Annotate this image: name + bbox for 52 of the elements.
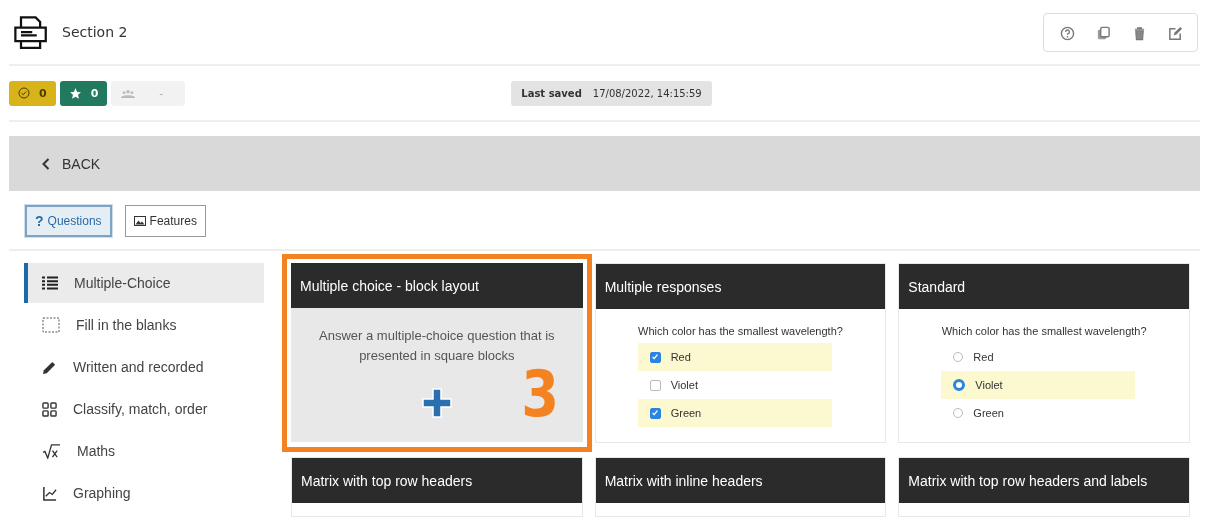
sidebar-item[interactable]: Multiple-Choice — [24, 263, 264, 303]
grid-icon — [42, 401, 57, 417]
sample-question: Which color has the smallest wavelength? — [940, 325, 1148, 337]
sidebar-item[interactable]: Classify, match, order — [24, 389, 264, 429]
card-title: Matrix with inline headers — [595, 458, 886, 503]
group-badge: - — [111, 80, 186, 106]
sidebar-item[interactable]: Maths — [24, 431, 264, 471]
section-title: Section 2 — [62, 24, 128, 40]
card-title: Matrix with top row headers — [292, 458, 582, 503]
list-icon — [42, 276, 58, 290]
people-icon — [121, 88, 136, 98]
sample-option: Red — [941, 343, 1136, 371]
sample-option: Violet — [941, 371, 1136, 399]
template-card[interactable]: Matrix with inline headers — [594, 457, 887, 517]
template-card[interactable]: Matrix with top row headers — [291, 457, 583, 517]
sample-option: Red — [637, 343, 832, 371]
last-saved-badge: Last saved 17/08/2022, 14:15:59 — [511, 80, 712, 106]
template-card[interactable]: Multiple responses Which color has the smallest wavelength? Red Violet Green — [594, 263, 887, 443]
card-title: Multiple responses — [595, 264, 886, 309]
sample-question: Which color has the smallest wavelength? — [637, 325, 844, 337]
sample-option: Green — [941, 399, 1136, 427]
step-number: 3 — [521, 362, 560, 426]
sample-option: Green — [637, 399, 832, 427]
trash-icon[interactable] — [1132, 25, 1147, 41]
dashed-square-icon — [42, 317, 60, 333]
star-icon — [68, 86, 82, 100]
card-title: Standard — [899, 264, 1189, 309]
star-count-badge: 0 — [59, 80, 108, 106]
plus-icon[interactable] — [421, 388, 452, 418]
help-icon[interactable] — [1060, 25, 1075, 41]
check-circle-icon — [18, 87, 30, 99]
pencil-icon — [42, 359, 57, 375]
image-icon — [133, 216, 146, 226]
square-root-icon — [42, 443, 61, 459]
back-button[interactable]: BACK — [9, 136, 1200, 191]
review-count-badge: 0 — [9, 80, 56, 106]
tab[interactable]: ? Questions — [25, 205, 112, 237]
template-card[interactable]: Matrix with top row headers and labels — [898, 457, 1190, 517]
sidebar-item[interactable]: Fill in the blanks — [24, 305, 264, 345]
chart-icon — [42, 485, 57, 501]
template-card[interactable]: Standard Which color has the smallest wavelength? Red Violet Green — [898, 263, 1190, 443]
printer-icon — [12, 14, 48, 50]
sidebar-item[interactable]: Written and recorded — [24, 347, 264, 387]
sidebar-item[interactable]: Graphing — [24, 473, 264, 513]
edit-icon[interactable] — [1168, 25, 1183, 41]
tab[interactable]: Features — [124, 205, 206, 237]
card-title: Matrix with top row headers and labels — [899, 458, 1189, 503]
card-description: Answer a multiple-choice question that is presented in square blocks — [318, 327, 556, 365]
copy-icon[interactable] — [1096, 25, 1111, 41]
sample-option: Violet — [637, 371, 832, 399]
card-title: Multiple choice - block layout — [291, 263, 583, 308]
chevron-left-icon — [42, 157, 50, 170]
